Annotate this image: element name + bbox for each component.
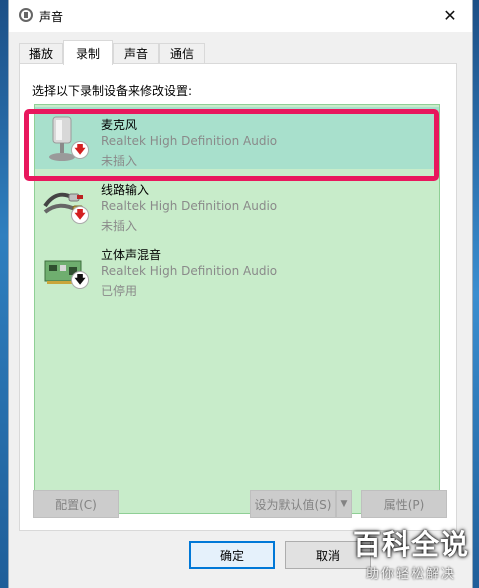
- disabled-badge-icon: 🡇: [71, 271, 89, 289]
- device-status: 已停用: [101, 284, 138, 298]
- watermark-sub-text: 助你轻松解决: [365, 567, 456, 582]
- watermark-logo: 百科全说 助你轻松解决: [353, 523, 469, 582]
- unplugged-badge-icon: 🡇: [71, 141, 89, 159]
- configure-button[interactable]: 配置(C): [33, 490, 119, 518]
- device-driver: Realtek High Definition Audio: [101, 264, 278, 278]
- device-name: 麦克风: [101, 118, 138, 132]
- title-bar[interactable]: 声音 ✕: [9, 0, 472, 32]
- chevron-down-icon: ▼: [340, 499, 348, 509]
- watermark-main-text: 百科全说: [352, 528, 469, 561]
- tab-playback[interactable]: 播放: [19, 43, 63, 63]
- ok-button[interactable]: 确定: [189, 541, 275, 569]
- properties-button[interactable]: 属性(P): [361, 490, 447, 518]
- device-status: 未插入: [101, 154, 138, 168]
- tab-sounds[interactable]: 声音: [113, 43, 159, 63]
- device-status: 未插入: [101, 219, 138, 233]
- device-item-stereo-mix[interactable]: 🡇 立体声混音 Realtek High Definition Audio 已停…: [35, 237, 439, 299]
- speaker-icon: [19, 8, 33, 22]
- device-list: 🡇 麦克风 Realtek High Definition Audio 未插入 …: [34, 104, 440, 514]
- device-driver: Realtek High Definition Audio: [101, 199, 278, 213]
- device-item-line-in[interactable]: 🡇 线路输入 Realtek High Definition Audio 未插入: [35, 172, 439, 234]
- window-title: 声音: [39, 10, 64, 24]
- tab-recording[interactable]: 录制: [63, 40, 113, 65]
- device-item-microphone[interactable]: 🡇 麦克风 Realtek High Definition Audio 未插入: [35, 107, 439, 169]
- close-button[interactable]: ✕: [428, 0, 472, 30]
- device-name: 线路输入: [101, 183, 150, 197]
- unplugged-badge-icon: 🡇: [71, 206, 89, 224]
- device-driver: Realtek High Definition Audio: [101, 134, 278, 148]
- set-default-button[interactable]: 设为默认值(S): [250, 490, 336, 518]
- set-default-dropdown-button[interactable]: ▼: [336, 490, 352, 518]
- tab-communications[interactable]: 通信: [159, 43, 205, 63]
- sound-dialog: 声音 ✕ 播放 录制 声音 通信 选择以下录制设备来修改设置: 🡇 麦克风 Re…: [8, 0, 473, 588]
- tab-panel: 选择以下录制设备来修改设置: 🡇 麦克风 Realtek High Defini…: [19, 63, 457, 531]
- device-name: 立体声混音: [101, 248, 162, 262]
- instruction-text: 选择以下录制设备来修改设置:: [32, 84, 193, 98]
